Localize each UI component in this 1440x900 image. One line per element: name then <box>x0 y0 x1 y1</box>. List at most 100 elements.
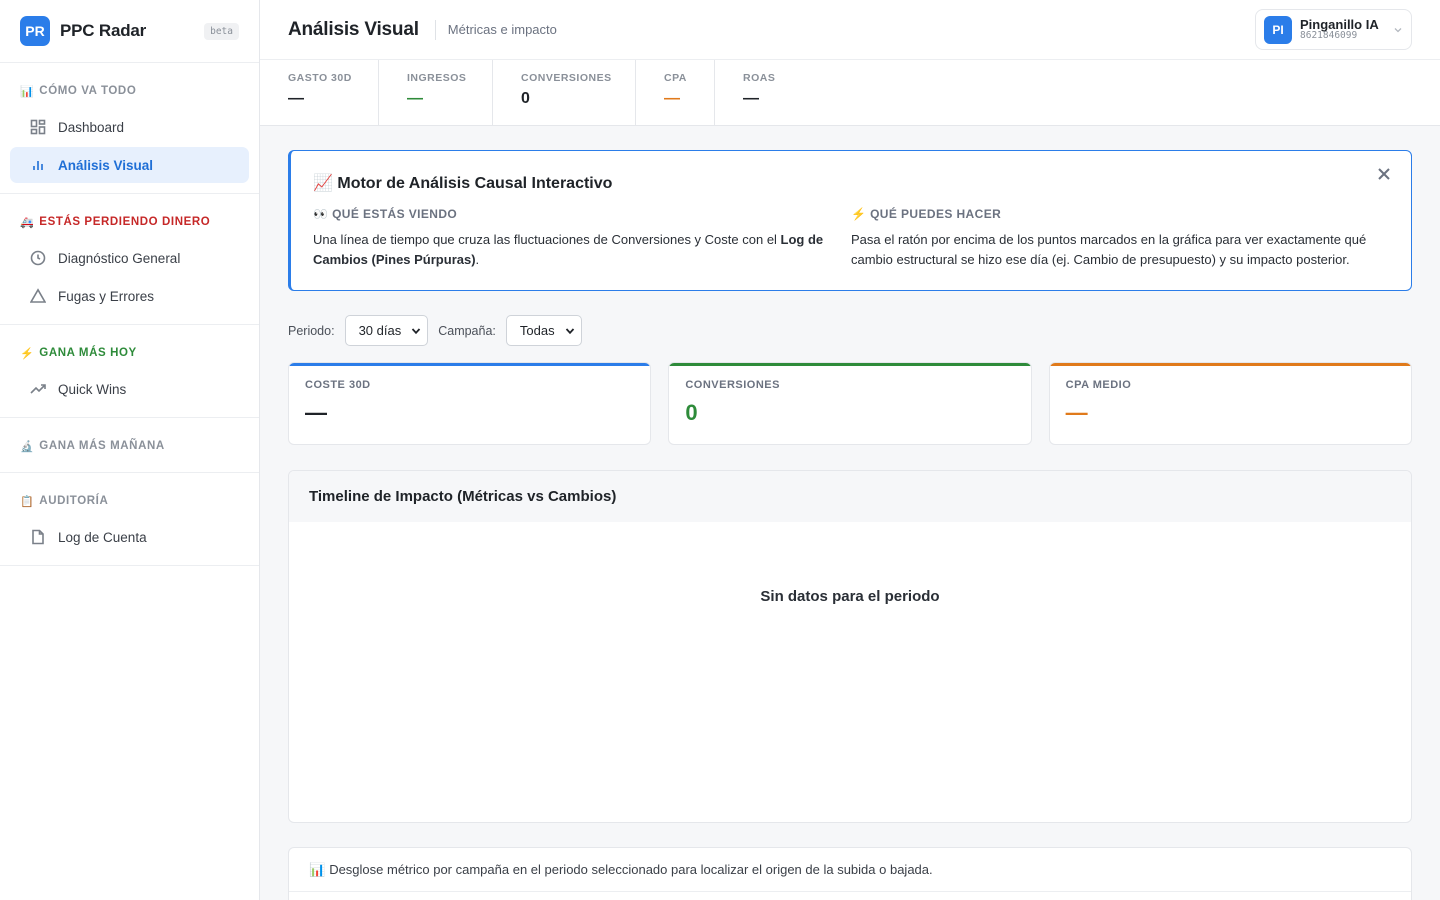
empty-state: Sin datos para el periodo <box>760 588 940 605</box>
main-content: 📈 Motor de Análisis Causal Interactivo 👀… <box>288 126 1412 900</box>
period-label: Periodo: <box>288 323 335 338</box>
close-icon <box>1378 168 1390 180</box>
sidebar-item-label: Quick Wins <box>58 381 127 397</box>
kpi-value: — <box>407 90 423 107</box>
chevron-down-icon <box>565 327 574 334</box>
kpi-ingresos: INGRESOS — <box>378 60 492 125</box>
metric-card-conversiones: CONVERSIONES 0 <box>668 362 1032 445</box>
microscope-icon: 🔬 <box>20 440 35 453</box>
info-panel: 📈 Motor de Análisis Causal Interactivo 👀… <box>288 150 1412 291</box>
nav-section-title: 📊 CÓMO VA TODO <box>20 85 137 98</box>
kpi-strip: GASTO 30D — INGRESOS — CONVERSIONES 0 CP… <box>260 60 1440 126</box>
card-value: — <box>305 400 327 425</box>
page-title: Análisis Visual <box>288 18 419 40</box>
sidebar-item-log-de-cuenta[interactable]: Log de Cuenta <box>10 519 249 555</box>
campaign-label: Campaña: <box>438 323 496 338</box>
trending-up-icon <box>30 384 46 394</box>
sidebar-item-fugas-errores[interactable]: Fugas y Errores <box>10 278 249 314</box>
kpi-label: INGRESOS <box>407 72 467 84</box>
clipboard-icon: 📋 <box>20 495 35 508</box>
ambulance-icon: 🚑 <box>20 216 35 229</box>
close-button[interactable] <box>1377 167 1395 185</box>
beta-badge: beta <box>204 22 239 40</box>
avatar: PI <box>1264 15 1292 44</box>
nav-section-gana-manana: 🔬 GANA MÁS MAÑANA <box>0 418 259 473</box>
sidebar-item-label: Diagnóstico General <box>58 250 181 266</box>
nav-section-como-va-todo: 📊 CÓMO VA TODO Dashboard Análisis Visual <box>0 63 259 194</box>
breakdown-panel: 📊 Desglose métrico por campaña en el per… <box>288 847 1412 900</box>
card-label: CONVERSIONES <box>685 379 780 391</box>
sidebar-item-label: Análisis Visual <box>58 157 154 173</box>
top-header: Análisis Visual Métricas e impacto PI Pi… <box>260 0 1440 60</box>
kpi-value: — <box>743 90 759 107</box>
brand-logo: PR <box>20 16 50 46</box>
sidebar-item-analisis-visual[interactable]: Análisis Visual <box>10 147 249 183</box>
nav-section-auditoria: 📋 AUDITORÍA Log de Cuenta <box>0 473 259 566</box>
timeline-title: Timeline de Impacto (Métricas vs Cambios… <box>289 471 1411 522</box>
card-value: — <box>1065 400 1088 425</box>
chart-icon: 📊 <box>20 85 35 98</box>
kpi-value: 0 <box>521 90 530 107</box>
account-switcher[interactable]: PI Pinganillo IA 8621846099 <box>1255 9 1412 50</box>
nav-section-title: 🚑 ESTÁS PERDIENDO DINERO <box>20 216 211 229</box>
sidebar-item-dashboard[interactable]: Dashboard <box>10 109 249 145</box>
bar-chart-icon <box>33 161 43 170</box>
kpi-label: CONVERSIONES <box>521 72 612 84</box>
account-info: Pinganillo IA 8621846099 <box>1300 18 1379 42</box>
sidebar-item-quick-wins[interactable]: Quick Wins <box>10 371 249 407</box>
nav-section-title: 📋 AUDITORÍA <box>20 495 109 508</box>
metric-card-cpa: CPA MEDIO — <box>1048 362 1412 445</box>
nav-section-title: ⚡ GANA MÁS HOY <box>20 347 137 360</box>
info-col-text: Una línea de tiempo que cruza las fluctu… <box>313 232 824 267</box>
chevron-down-icon <box>412 327 421 334</box>
clock-icon <box>30 250 46 266</box>
info-col-what: 👀 QUÉ ESTÁS VIENDO Una línea de tiempo q… <box>313 207 851 270</box>
chevron-down-icon <box>1394 27 1402 32</box>
info-title: 📈 Motor de Análisis Causal Interactivo <box>313 175 613 192</box>
timeline-chart-area: Sin datos para el periodo <box>289 522 1411 822</box>
sidebar-item-label: Log de Cuenta <box>58 529 147 545</box>
filter-bar: Periodo: 30 días Campaña: Todas <box>288 315 1412 346</box>
breakdown-description: 📊 Desglose métrico por campaña en el per… <box>289 848 1411 892</box>
page-subtitle: Métricas e impacto <box>447 22 557 37</box>
card-label: CPA MEDIO <box>1065 379 1132 391</box>
campaign-select[interactable]: Todas <box>505 315 582 346</box>
info-col-text: Pasa el ratón por encima de los puntos m… <box>851 232 1367 267</box>
kpi-cpa: CPA — <box>635 60 714 125</box>
kpi-roas: ROAS — <box>714 60 804 125</box>
card-value: 0 <box>685 400 698 425</box>
account-name: Pinganillo IA <box>1300 16 1379 32</box>
dashboard-icon <box>30 119 46 135</box>
account-id: 8621846099 <box>1300 30 1358 42</box>
sidebar-item-diagnostico-general[interactable]: Diagnóstico General <box>10 240 249 276</box>
chart-up-icon: 📈 <box>313 175 333 192</box>
warning-icon <box>30 288 46 303</box>
sidebar-item-label: Fugas y Errores <box>58 288 155 304</box>
brand[interactable]: PR PPC Radar beta <box>0 0 259 63</box>
nav-section-title: 🔬 GANA MÁS MAÑANA <box>20 440 165 453</box>
info-col-title: ⚡ QUÉ PUEDES HACER <box>851 207 1002 221</box>
metric-cards: COSTE 30D — CONVERSIONES 0 CPA MEDIO — <box>288 362 1412 445</box>
timeline-panel: Timeline de Impacto (Métricas vs Cambios… <box>288 470 1412 823</box>
sidebar: PR PPC Radar beta 📊 CÓMO VA TODO Dashboa… <box>0 0 260 900</box>
bar-chart-emoji-icon: 📊 <box>309 861 326 877</box>
title-divider <box>434 19 436 40</box>
file-icon <box>32 529 44 545</box>
nav-section-perdiendo-dinero: 🚑 ESTÁS PERDIENDO DINERO Diagnóstico Gen… <box>0 194 259 325</box>
kpi-value: — <box>288 90 304 107</box>
sidebar-item-label: Dashboard <box>58 119 125 135</box>
metric-card-coste: COSTE 30D — <box>288 362 652 445</box>
kpi-conversiones: CONVERSIONES 0 <box>492 60 635 125</box>
info-columns: 👀 QUÉ ESTÁS VIENDO Una línea de tiempo q… <box>313 207 1389 270</box>
kpi-label: ROAS <box>743 72 776 84</box>
lightning-icon: ⚡ <box>20 347 35 360</box>
nav-section-gana-hoy: ⚡ GANA MÁS HOY Quick Wins <box>0 325 259 418</box>
kpi-label: CPA <box>664 72 687 84</box>
kpi-label: GASTO 30D <box>288 72 352 84</box>
period-select[interactable]: 30 días <box>344 315 429 346</box>
info-col-how: ⚡ QUÉ PUEDES HACER Pasa el ratón por enc… <box>851 207 1389 270</box>
card-label: COSTE 30D <box>305 379 371 391</box>
kpi-gasto: GASTO 30D — <box>288 60 378 125</box>
info-col-title: 👀 QUÉ ESTÁS VIENDO <box>313 207 458 221</box>
brand-name: PPC Radar <box>60 21 147 40</box>
